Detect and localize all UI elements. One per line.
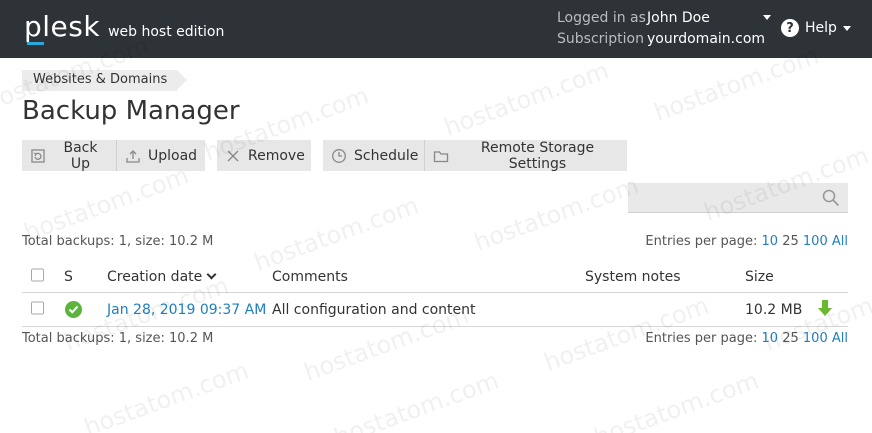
column-comments: Comments [272,268,348,285]
sort-chevron-down-icon [206,269,217,279]
row-checkbox[interactable] [31,301,44,318]
per-page-all[interactable]: All [832,234,848,249]
top-bar: plesk web host edition Logged in as John… [0,0,872,58]
help-chevron-down-icon [842,25,851,31]
back-up-button[interactable]: Back Up [22,140,116,172]
logo-edition: web host edition [108,24,225,40]
folder-icon [433,148,449,164]
status-ok-icon [65,300,82,319]
schedule-button[interactable]: Schedule [323,140,424,171]
backup-icon [30,148,46,164]
summary-top: Total backups: 1, size: 10.2 M [22,234,214,249]
backup-creation-date-link[interactable]: Jan 28, 2019 09:37 AM [107,302,266,318]
search-icon[interactable] [822,189,840,207]
per-page-25: 25 [782,234,799,249]
user-name[interactable]: John Doe [647,8,710,29]
entries-per-page-top: Entries per page: 10 25 100 All [645,234,848,249]
per-page-100[interactable]: 100 [803,234,828,249]
search-box [628,183,848,213]
remove-icon [225,148,241,164]
account-menu[interactable]: Logged in as John Doe Subscription yourd… [557,8,765,50]
watermark: hostatom.com hostatom.com hostatom.com h… [0,31,872,433]
subscription-label: Subscription [557,31,644,47]
per-page-25: 25 [782,331,799,346]
help-label: Help [805,20,837,36]
per-page-10[interactable]: 10 [762,331,779,346]
plesk-logo[interactable]: plesk web host edition [24,10,225,45]
subscription-value[interactable]: yourdomain.com [647,29,765,50]
entries-per-page-bottom: Entries per page: 10 25 100 All [645,331,848,346]
upload-icon [125,148,141,164]
upload-button[interactable]: Upload [117,140,205,171]
per-page-all[interactable]: All [832,331,848,346]
column-creation-date[interactable]: Creation date [107,269,217,285]
download-icon[interactable] [817,299,833,321]
remove-button[interactable]: Remove [217,140,311,171]
per-page-10[interactable]: 10 [762,234,779,249]
search-input[interactable] [628,183,818,211]
help-icon: ? [781,19,799,37]
summary-bottom: Total backups: 1, size: 10.2 M [22,331,214,346]
page-title: Backup Manager [22,96,240,126]
select-all-checkbox[interactable] [31,268,44,285]
remote-storage-settings-button[interactable]: Remote Storage Settings [425,140,627,172]
clock-icon [331,148,347,164]
logo-wordmark: plesk [24,10,101,45]
breadcrumb-item[interactable]: Websites & Domains [33,72,167,87]
table-row: Jan 28, 2019 09:37 AM All configuration … [22,293,848,327]
column-status: S [64,268,73,285]
backup-size: 10.2 MB [745,301,803,318]
per-page-100[interactable]: 100 [803,331,828,346]
backups-table: S Creation date Comments System notes Si… [22,261,848,327]
column-size: Size [745,268,774,285]
backup-comments: All configuration and content [272,301,476,318]
breadcrumb[interactable]: Websites & Domains [22,70,188,91]
help-menu[interactable]: ? Help [781,19,851,37]
column-system-notes: System notes [585,268,681,285]
table-header: S Creation date Comments System notes Si… [22,261,848,293]
logged-in-label: Logged in as [557,10,646,26]
account-chevron-down-icon[interactable] [763,15,771,20]
